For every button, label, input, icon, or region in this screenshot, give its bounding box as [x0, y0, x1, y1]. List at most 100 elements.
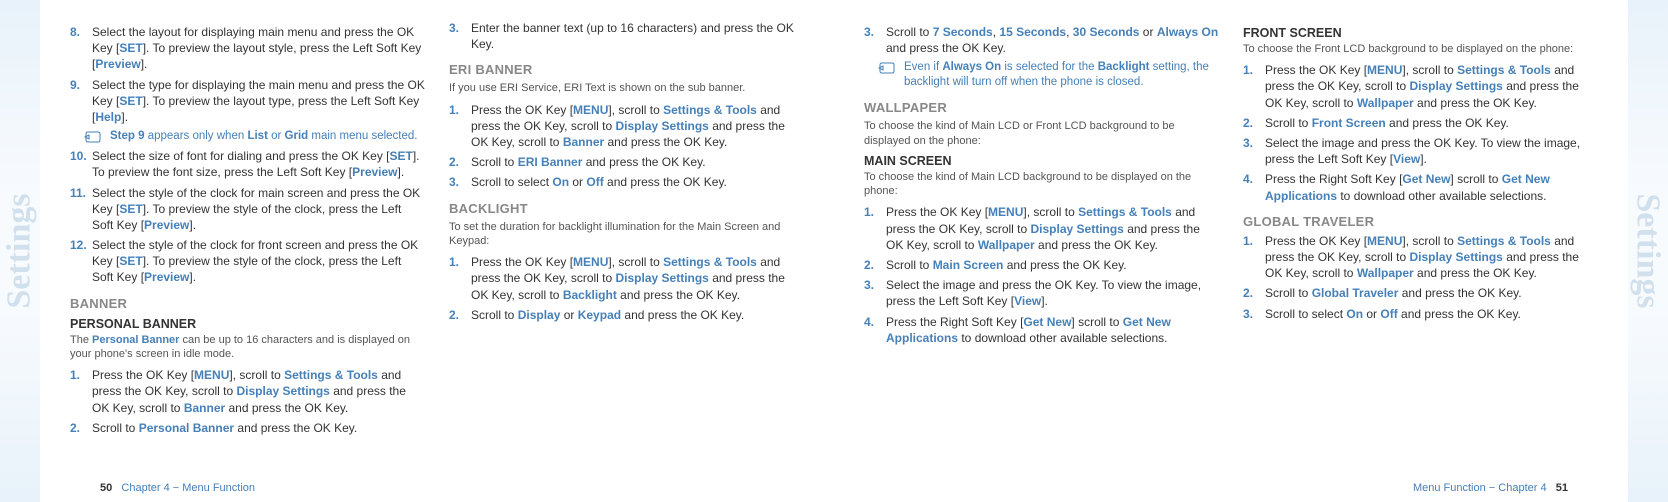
subsection-heading: PERSONAL BANNER — [70, 317, 425, 331]
step-number: 3. — [1243, 306, 1265, 322]
step-number: 2. — [1243, 115, 1265, 131]
page-spread: Settings 8.Select the layout for display… — [0, 0, 1668, 502]
step-text: Press the OK Key [MENU], scroll to Setti… — [1265, 233, 1598, 282]
description-text: If you use ERI Service, ERI Text is show… — [449, 81, 804, 95]
note-callout: Step 9 appears only when List or Grid ma… — [84, 129, 425, 144]
description-text: The Personal Banner can be up to 16 char… — [70, 333, 425, 362]
step-item: 3.Select the image and press the OK Key.… — [1243, 135, 1598, 167]
step-item: 4.Press the Right Soft Key [Get New] scr… — [1243, 171, 1598, 203]
step-number: 1. — [864, 204, 886, 253]
step-text: Scroll to Global Traveler and press the … — [1265, 285, 1598, 301]
step-number: 10. — [70, 148, 92, 180]
step-number: 3. — [449, 20, 471, 52]
subsection-heading: MAIN SCREEN — [864, 154, 1219, 168]
section-label-right: Settings — [1629, 193, 1667, 308]
step-item: 2.Scroll to Personal Banner and press th… — [70, 420, 425, 436]
note-icon — [84, 130, 104, 144]
step-number: 1. — [449, 254, 471, 303]
step-number: 1. — [70, 367, 92, 416]
step-text: Press the Right Soft Key [Get New] scrol… — [886, 314, 1219, 346]
step-number: 1. — [1243, 233, 1265, 282]
step-item: 2.Scroll to ERI Banner and press the OK … — [449, 154, 804, 170]
step-text: Select the image and press the OK Key. T… — [1265, 135, 1598, 167]
step-number: 2. — [449, 307, 471, 323]
step-text: Select the style of the clock for front … — [92, 237, 425, 286]
step-text: Press the OK Key [MENU], scroll to Setti… — [471, 254, 804, 303]
section-heading: WALLPAPER — [864, 100, 1219, 115]
step-number: 1. — [449, 102, 471, 151]
step-item: 2.Scroll to Main Screen and press the OK… — [864, 257, 1219, 273]
step-text: Scroll to ERI Banner and press the OK Ke… — [471, 154, 804, 170]
description-text: To choose the kind of Main LCD backgroun… — [864, 170, 1219, 199]
step-item: 3.Scroll to 7 Seconds, 15 Seconds, 30 Se… — [864, 24, 1219, 56]
step-text: Enter the banner text (up to 16 characte… — [471, 20, 804, 52]
step-text: Scroll to select On or Off and press the… — [471, 174, 804, 190]
step-item: 12.Select the style of the clock for fro… — [70, 237, 425, 286]
step-number: 2. — [1243, 285, 1265, 301]
step-item: 3.Enter the banner text (up to 16 charac… — [449, 20, 804, 52]
step-text: Select the size of font for dialing and … — [92, 148, 425, 180]
description-text: To choose the Front LCD background to be… — [1243, 42, 1598, 56]
description-text: To set the duration for backlight illumi… — [449, 220, 804, 249]
step-item: 3.Scroll to select On or Off and press t… — [1243, 306, 1598, 322]
step-item: 1.Press the OK Key [MENU], scroll to Set… — [449, 254, 804, 303]
step-text: Scroll to 7 Seconds, 15 Seconds, 30 Seco… — [886, 24, 1219, 56]
step-text: Scroll to Main Screen and press the OK K… — [886, 257, 1219, 273]
step-item: 8.Select the layout for displaying main … — [70, 24, 425, 73]
left-page: 8.Select the layout for displaying main … — [40, 0, 834, 502]
step-item: 2.Scroll to Display or Keypad and press … — [449, 307, 804, 323]
footer-left: 50 Chapter 4 − Menu Function — [100, 482, 255, 494]
right-edge: Settings — [1628, 0, 1668, 502]
step-text: Press the OK Key [MENU], scroll to Setti… — [92, 367, 425, 416]
footer-right: Menu Function − Chapter 4 51 — [1413, 482, 1568, 494]
step-text: Select the type for displaying the main … — [92, 77, 425, 126]
step-item: 10.Select the size of font for dialing a… — [70, 148, 425, 180]
step-number: 2. — [864, 257, 886, 273]
section-heading: GLOBAL TRAVELER — [1243, 214, 1598, 229]
step-text: Press the OK Key [MENU], scroll to Setti… — [886, 204, 1219, 253]
step-number: 12. — [70, 237, 92, 286]
step-text: Select the image and press the OK Key. T… — [886, 277, 1219, 309]
note-callout: Even if Always On is selected for the Ba… — [878, 60, 1219, 90]
subsection-heading: FRONT SCREEN — [1243, 26, 1598, 40]
step-number: 1. — [1243, 62, 1265, 111]
step-item: 11.Select the style of the clock for mai… — [70, 185, 425, 234]
step-item: 1.Press the OK Key [MENU], scroll to Set… — [1243, 62, 1598, 111]
step-item: 1.Press the OK Key [MENU], scroll to Set… — [449, 102, 804, 151]
step-text: Scroll to Display or Keypad and press th… — [471, 307, 804, 323]
section-label-left: Settings — [1, 193, 39, 308]
step-text: Press the OK Key [MENU], scroll to Setti… — [1265, 62, 1598, 111]
step-text: Select the layout for displaying main me… — [92, 24, 425, 73]
step-number: 4. — [1243, 171, 1265, 203]
left-edge: Settings — [0, 0, 40, 502]
step-text: Scroll to Personal Banner and press the … — [92, 420, 425, 436]
step-number: 3. — [864, 24, 886, 56]
step-number: 8. — [70, 24, 92, 73]
step-number: 3. — [1243, 135, 1265, 167]
step-text: Scroll to select On or Off and press the… — [1265, 306, 1598, 322]
step-item: 3.Scroll to select On or Off and press t… — [449, 174, 804, 190]
step-item: 1.Press the OK Key [MENU], scroll to Set… — [1243, 233, 1598, 282]
right-page: 3.Scroll to 7 Seconds, 15 Seconds, 30 Se… — [834, 0, 1628, 502]
step-number: 9. — [70, 77, 92, 126]
step-item: 2.Scroll to Global Traveler and press th… — [1243, 285, 1598, 301]
step-text: Press the OK Key [MENU], scroll to Setti… — [471, 102, 804, 151]
step-item: 1.Press the OK Key [MENU], scroll to Set… — [70, 367, 425, 416]
note-icon — [878, 61, 898, 75]
section-heading: ERI BANNER — [449, 62, 804, 77]
step-item: 4.Press the Right Soft Key [Get New] scr… — [864, 314, 1219, 346]
step-number: 2. — [70, 420, 92, 436]
note-text: Step 9 appears only when List or Grid ma… — [110, 129, 417, 144]
description-text: To choose the kind of Main LCD or Front … — [864, 119, 1219, 148]
section-heading: BACKLIGHT — [449, 201, 804, 216]
step-item: 2.Scroll to Front Screen and press the O… — [1243, 115, 1598, 131]
step-item: 9.Select the type for displaying the mai… — [70, 77, 425, 126]
step-text: Scroll to Front Screen and press the OK … — [1265, 115, 1598, 131]
step-text: Select the style of the clock for main s… — [92, 185, 425, 234]
note-text: Even if Always On is selected for the Ba… — [904, 60, 1219, 90]
step-number: 11. — [70, 185, 92, 234]
step-item: 1.Press the OK Key [MENU], scroll to Set… — [864, 204, 1219, 253]
step-number: 4. — [864, 314, 886, 346]
step-item: 3.Select the image and press the OK Key.… — [864, 277, 1219, 309]
step-number: 3. — [864, 277, 886, 309]
